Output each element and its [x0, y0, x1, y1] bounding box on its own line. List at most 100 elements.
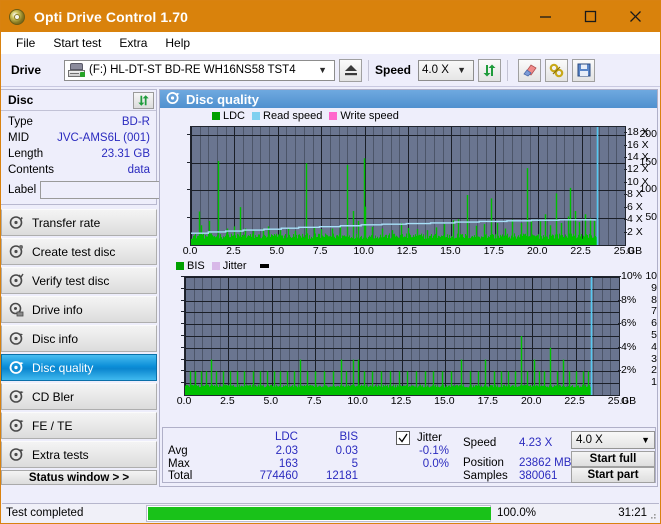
tick-mark [181, 370, 184, 372]
tick-mark [181, 358, 184, 360]
chart2-y2tick: 6% [621, 317, 637, 330]
sidebar-item-create-test-disc[interactable]: Create test disc [1, 238, 157, 265]
chart1-xtick: 5.0 [269, 245, 285, 257]
tick-mark [181, 382, 184, 384]
sidebar-item-transfer-rate[interactable]: Transfer rate [1, 209, 157, 236]
disc-quality-icon [9, 360, 24, 375]
chart2-plot-area [184, 276, 620, 396]
disc-refresh-button[interactable] [133, 91, 154, 109]
test-speed-value: 4.0 X [576, 434, 603, 446]
chart2-ytick: 2 [651, 364, 657, 377]
status-message: Test completed [6, 507, 84, 519]
menu-file[interactable]: File [7, 34, 44, 52]
start-part-button[interactable]: Start part [571, 467, 655, 483]
chart2-y2tick: 10% [621, 270, 643, 282]
legend-label-jitter: Jitter [222, 259, 247, 272]
sidebar-item-fe-te[interactable]: FE / TE [1, 412, 157, 439]
status-window-button[interactable]: Status window > > [1, 470, 157, 485]
stats-row-label-max: Max [168, 458, 190, 470]
ldc-chart[interactable]: 50 100 150 200 2 X4 X6 X8 X 10 X 12 X 14 X 16 X1… [160, 122, 657, 258]
menu-start-test[interactable]: Start test [44, 34, 110, 52]
window-controls [523, 1, 658, 32]
elapsed-time: 31:21 [618, 507, 647, 519]
resize-grip-icon[interactable] [647, 510, 657, 520]
disc-info-rows: Type BD-R MID JVC-AMS6L (001) Length 23.… [1, 111, 243, 204]
legend-swatch-jitter [211, 261, 220, 270]
legend-swatch-bis [176, 261, 184, 270]
eject-button[interactable] [339, 58, 362, 82]
chart2-y2tick: 2% [621, 364, 637, 377]
fe-te-icon [9, 418, 24, 433]
legend-entry-jitter: Jitter [211, 259, 247, 272]
bis-chart[interactable]: 1 2 3 4 5 6 7 8 9 10 2% 4% 6% 8% 10% 0.0 2.5 5.0 7.5 10.0 12… [160, 270, 657, 408]
refresh-button[interactable] [478, 58, 502, 82]
sidebar-item-verify-test-disc[interactable]: Verify test disc [1, 267, 157, 294]
tick-mark [187, 189, 190, 191]
tick-mark [181, 311, 184, 313]
tick-mark [618, 346, 621, 348]
menu-help[interactable]: Help [156, 34, 199, 52]
chart1-y2tick: 8 X [627, 188, 643, 201]
maximize-icon[interactable] [568, 1, 613, 32]
legend-label-read-speed: Read speed [263, 109, 323, 122]
disc-speed-icon [9, 215, 24, 230]
sidebar-item-disc-info[interactable]: Disc info [1, 325, 157, 352]
test-speed-select[interactable]: 4.0 X ▼ [571, 431, 655, 449]
menu-extra[interactable]: Extra [110, 34, 156, 52]
tick-mark [618, 323, 621, 325]
chart2-ytick: 1 [651, 376, 657, 389]
chart1-xtick: 15.0 [440, 245, 461, 257]
app-window: Opti Drive Control 1.70 File Start test … [0, 0, 661, 524]
disc-panel-title: Disc [8, 93, 34, 107]
disc-row-length-value: 23.31 GB [101, 148, 150, 160]
disc-write-icon [9, 244, 24, 259]
drive-select-value: (F:) HL-DT-ST BD-RE WH16NS58 TST4 [89, 64, 296, 76]
sidebar-item-label: Verify test disc [32, 273, 110, 288]
minimize-icon[interactable] [523, 1, 568, 32]
extra-tests-icon [9, 447, 24, 462]
disc-verify-icon [9, 273, 24, 288]
jitter-checkbox[interactable] [396, 431, 410, 445]
sidebar-item-cd-bler[interactable]: CD Bler [1, 383, 157, 410]
speed-select[interactable]: 4.0 X ▼ [418, 59, 475, 81]
chart1-xtick: 12.5 [396, 245, 418, 257]
sidebar-item-drive-info[interactable]: Drive info [1, 296, 157, 323]
disc-row-contents: Contents data [8, 162, 150, 178]
start-full-button[interactable]: Start full [571, 451, 655, 467]
speed-label: Speed [375, 63, 412, 77]
stats-avg-jitter: -0.1% [418, 445, 449, 457]
chart1-xtick: 2.5 [226, 245, 241, 257]
menu-bar: File Start test Extra Help [1, 32, 660, 54]
disc-label-key: Label [8, 184, 37, 196]
close-icon[interactable] [613, 1, 658, 32]
disc-row-mid-value: JVC-AMS6L (001) [57, 132, 150, 144]
tick-mark [624, 181, 627, 183]
position-stat-label: Position [463, 457, 504, 469]
legend-swatch-ldc [212, 111, 220, 120]
disc-quality-header: Disc quality [160, 90, 657, 108]
erase-button[interactable] [518, 58, 542, 82]
chart2-xtick: 15.0 [434, 395, 455, 407]
tick-mark [624, 194, 627, 196]
disc-row-mid-key: MID [8, 132, 30, 144]
disc-panel: Disc Type BD-R MID JVC-AMS6L (001) Lengt… [1, 89, 243, 205]
stats-avg-bis: 0.03 [335, 445, 358, 457]
sidebar-item-extra-tests[interactable]: Extra tests [1, 441, 157, 468]
tick-mark [187, 161, 190, 163]
progress-percent: 100.0% [497, 507, 537, 519]
legend-entry-bis: BIS [176, 260, 205, 272]
chart1-y2tick: 4 X [627, 213, 643, 226]
sidebar-item-label: Transfer rate [32, 215, 101, 230]
legend-swatch-write-speed [329, 111, 338, 120]
jitter-label: Jitter [417, 432, 442, 444]
disc-label-row: Label [8, 180, 243, 200]
chart1-y2tick: 2 X [627, 225, 643, 238]
save-button[interactable] [572, 58, 596, 82]
tools-button[interactable] [545, 58, 569, 82]
drive-select[interactable]: (F:) HL-DT-ST BD-RE WH16NS58 TST4 ▼ [64, 59, 335, 81]
tick-mark [181, 323, 184, 325]
sidebar-item-disc-quality[interactable]: Disc quality [1, 354, 157, 381]
drive-icon [68, 63, 85, 77]
sidebar-item-label: Disc info [32, 331, 79, 346]
chevron-down-icon: ▼ [318, 64, 327, 75]
